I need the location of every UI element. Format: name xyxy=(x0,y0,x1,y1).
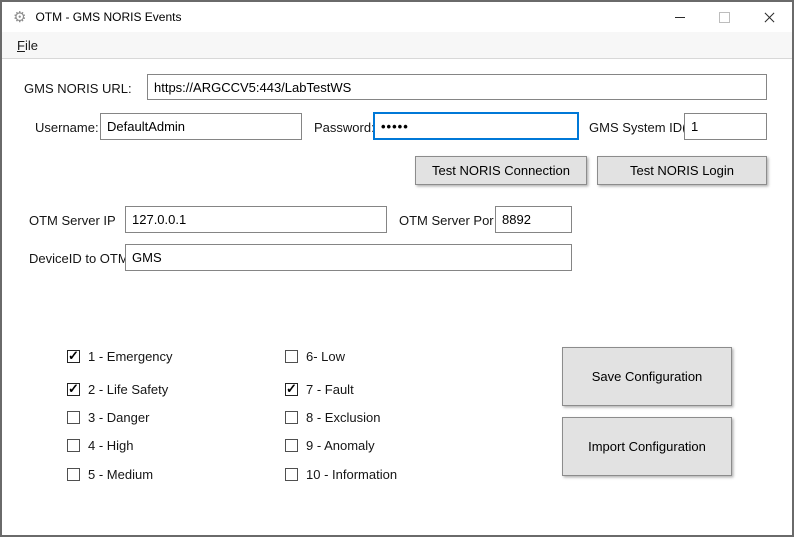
maximize-button[interactable] xyxy=(702,2,747,32)
checkbox-label: 7 - Fault xyxy=(306,382,354,397)
close-button[interactable] xyxy=(747,2,792,32)
username-label: Username: xyxy=(35,120,99,135)
checkbox-label: 2 - Life Safety xyxy=(88,382,168,397)
close-icon xyxy=(764,12,775,23)
checkbox-icon: ✓ xyxy=(285,411,298,424)
checkbox-danger[interactable]: ✓ 3 - Danger xyxy=(67,409,149,425)
otm-server-ip-label: OTM Server IP xyxy=(29,213,116,228)
device-id-input[interactable] xyxy=(125,244,572,271)
checkbox-low[interactable]: ✓ 6- Low xyxy=(285,348,345,364)
checkbox-icon: ✓ xyxy=(285,439,298,452)
otm-server-port-input[interactable] xyxy=(495,206,572,233)
checkbox-icon: ✓ xyxy=(67,411,80,424)
gms-noris-url-input[interactable] xyxy=(147,74,767,100)
gms-system-ids-input[interactable] xyxy=(684,113,767,140)
checkbox-icon: ✓ xyxy=(67,350,80,363)
checkbox-life-safety[interactable]: ✓ 2 - Life Safety xyxy=(67,381,168,397)
checkbox-label: 10 - Information xyxy=(306,467,397,482)
checkbox-label: 1 - Emergency xyxy=(88,349,173,364)
checkbox-anomaly[interactable]: ✓ 9 - Anomaly xyxy=(285,437,375,453)
app-window: ⚙ OTM - GMS NORIS Events File GMS NORIS … xyxy=(0,0,794,537)
checkbox-label: 3 - Danger xyxy=(88,410,149,425)
maximize-icon xyxy=(719,12,730,23)
test-noris-connection-button[interactable]: Test NORIS Connection xyxy=(415,156,587,185)
password-label: Password: xyxy=(314,120,375,135)
import-configuration-button[interactable]: Import Configuration xyxy=(562,417,732,476)
test-noris-login-button[interactable]: Test NORIS Login xyxy=(597,156,767,185)
checkbox-label: 8 - Exclusion xyxy=(306,410,380,425)
caption-buttons xyxy=(657,2,792,32)
checkbox-label: 6- Low xyxy=(306,349,345,364)
checkbox-information[interactable]: ✓ 10 - Information xyxy=(285,466,397,482)
checkbox-icon: ✓ xyxy=(67,468,80,481)
checkbox-label: 5 - Medium xyxy=(88,467,153,482)
device-id-label: DeviceID to OTM xyxy=(29,251,129,266)
menubar: File xyxy=(2,32,792,59)
checkbox-fault[interactable]: ✓ 7 - Fault xyxy=(285,381,354,397)
otm-server-port-label: OTM Server Por xyxy=(399,213,494,228)
checkbox-icon: ✓ xyxy=(67,383,80,396)
minimize-icon xyxy=(675,17,685,18)
app-icon: ⚙ xyxy=(13,10,26,25)
checkbox-medium[interactable]: ✓ 5 - Medium xyxy=(67,466,153,482)
gms-noris-url-label: GMS NORIS URL: xyxy=(24,81,132,96)
checkbox-icon: ✓ xyxy=(285,468,298,481)
username-input[interactable] xyxy=(100,113,302,140)
otm-server-ip-input[interactable] xyxy=(125,206,387,233)
checkbox-emergency[interactable]: ✓ 1 - Emergency xyxy=(67,348,173,364)
window-title: OTM - GMS NORIS Events xyxy=(35,10,181,24)
menu-file[interactable]: File xyxy=(9,35,46,56)
password-input[interactable] xyxy=(373,112,579,140)
minimize-button[interactable] xyxy=(657,2,702,32)
save-configuration-button[interactable]: Save Configuration xyxy=(562,347,732,406)
checkbox-high[interactable]: ✓ 4 - High xyxy=(67,437,134,453)
checkbox-icon: ✓ xyxy=(285,350,298,363)
checkbox-icon: ✓ xyxy=(67,439,80,452)
checkbox-label: 4 - High xyxy=(88,438,134,453)
checkbox-icon: ✓ xyxy=(285,383,298,396)
checkbox-exclusion[interactable]: ✓ 8 - Exclusion xyxy=(285,409,380,425)
checkbox-label: 9 - Anomaly xyxy=(306,438,375,453)
